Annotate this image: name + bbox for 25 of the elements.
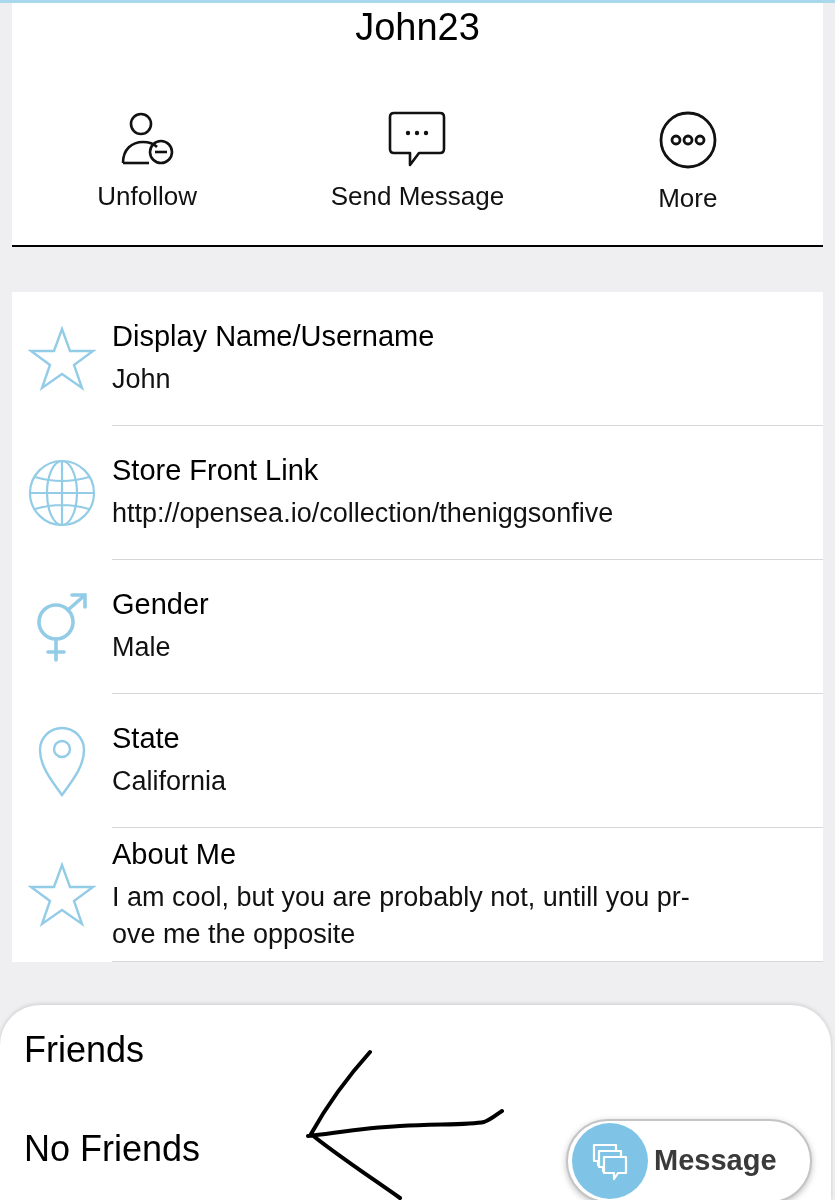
field-value: California xyxy=(112,765,227,798)
unfollow-button[interactable]: Unfollow xyxy=(97,111,197,213)
globe-icon xyxy=(28,459,96,527)
no-friends-text: No Friends xyxy=(24,1128,201,1170)
send-message-button[interactable]: Send Message xyxy=(330,111,505,213)
more-button[interactable]: More xyxy=(658,111,718,213)
chat-bubbles-icon xyxy=(572,1123,648,1199)
speech-bubble-icon xyxy=(388,111,447,167)
field-value: Male xyxy=(112,631,171,664)
message-button[interactable]: Message xyxy=(566,1119,812,1200)
field-label: About Me xyxy=(112,836,237,872)
map-pin-icon xyxy=(37,724,87,798)
gender-symbol-icon xyxy=(34,592,90,662)
field-value: John xyxy=(112,363,171,396)
star-icon xyxy=(28,862,96,928)
field-label: Store Front Link xyxy=(112,453,319,488)
friends-title: Friends xyxy=(24,1029,145,1071)
field-value: http://opensea.io/collection/theniggsonfive xyxy=(112,497,614,530)
field-label: Display Name/Username xyxy=(112,319,435,354)
star-icon xyxy=(28,326,96,392)
field-label: State xyxy=(112,721,180,756)
field-label: Gender xyxy=(112,587,209,622)
ellipsis-circle-icon xyxy=(658,111,717,169)
profile-title: John23 xyxy=(354,5,481,49)
field-value: I am cool, but you are probably not, untill you pr- ove me the opposite xyxy=(112,880,690,951)
